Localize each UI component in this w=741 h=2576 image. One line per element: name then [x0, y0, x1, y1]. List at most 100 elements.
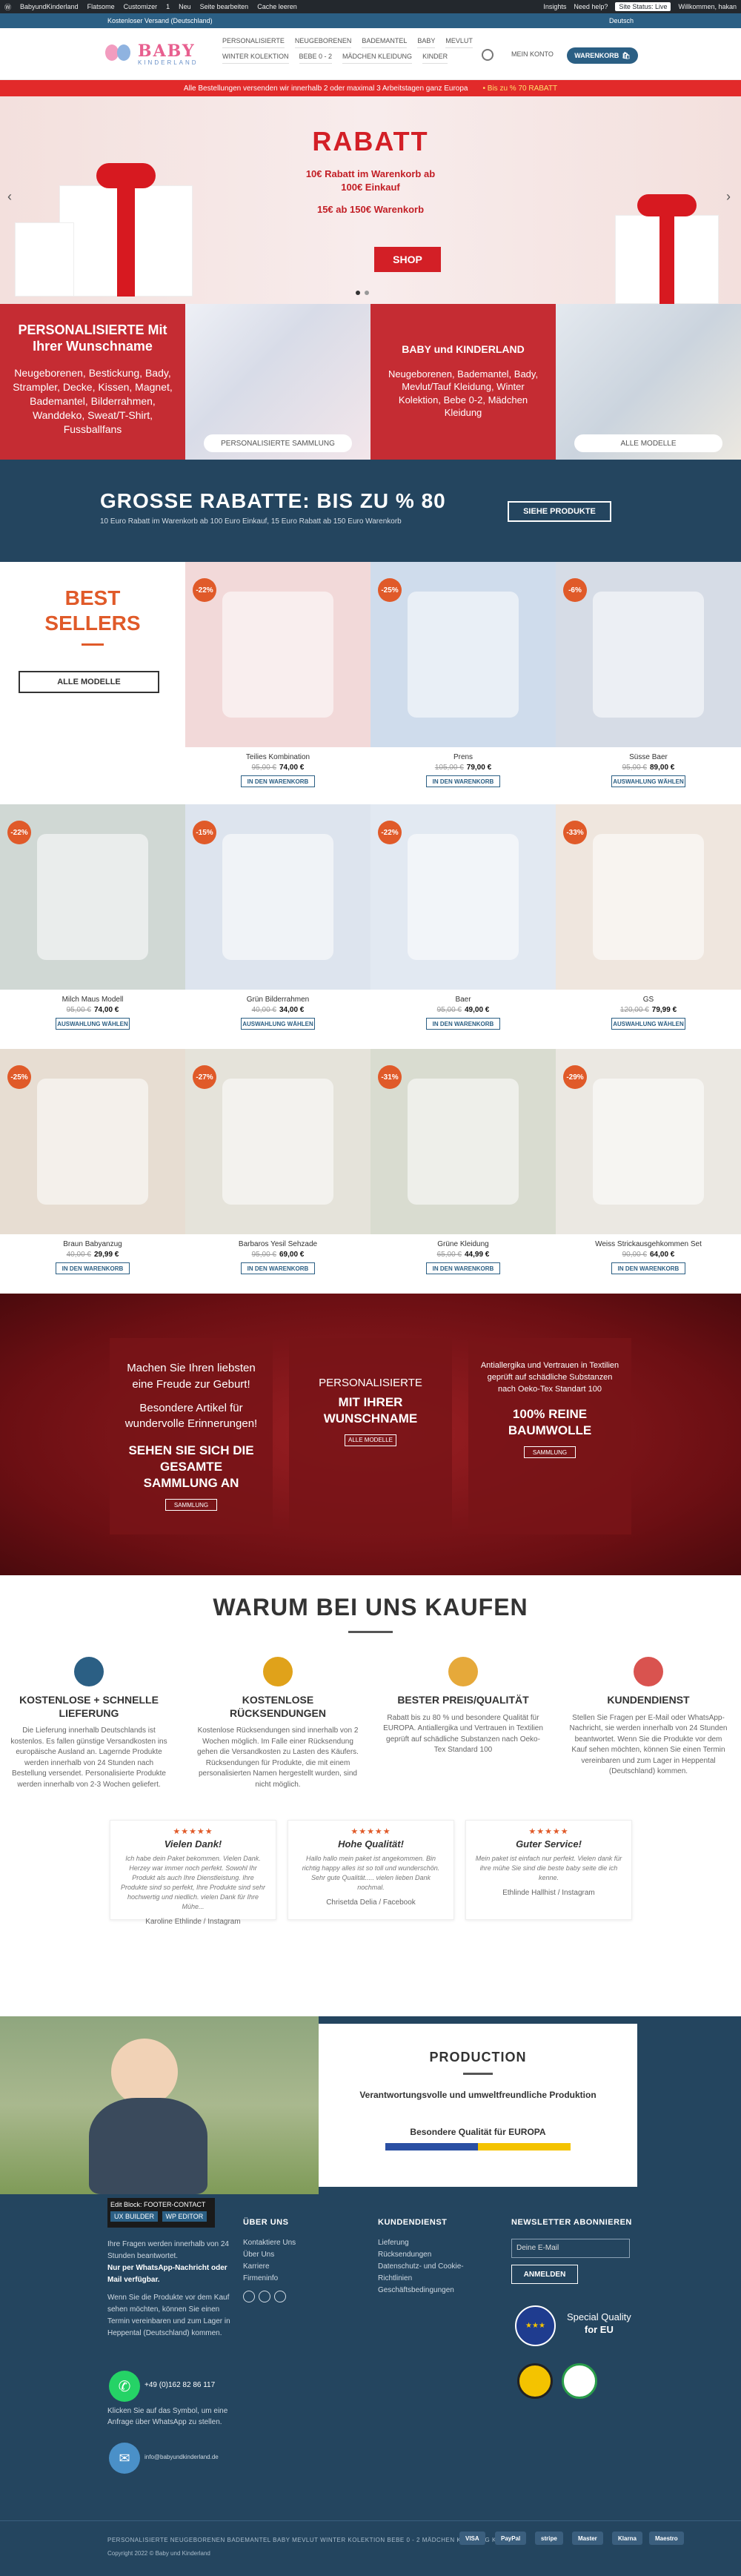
email-icon[interactable]: [274, 2290, 286, 2302]
add-to-cart-button[interactable]: IN DEN WARENKORB: [56, 1262, 130, 1274]
personalized-collection-button[interactable]: PERSONALISIERTE SAMMLUNG: [204, 434, 352, 452]
nav-item-maedchen[interactable]: MÄDCHEN KLEIDUNG: [342, 53, 413, 64]
footer-link-delivery[interactable]: Lieferung: [378, 2237, 489, 2249]
product-card[interactable]: -25% Prens 105,00 €79,00 € IN DEN WARENKORB: [370, 562, 556, 805]
slider-dot[interactable]: [356, 291, 360, 295]
footer-link-returns[interactable]: Rücksendungen: [378, 2249, 489, 2261]
newsletter-email-input[interactable]: Deine E-Mail: [511, 2239, 630, 2258]
add-to-cart-button[interactable]: IN DEN WARENKORB: [426, 775, 500, 787]
wp-logo-icon[interactable]: Ⓦ: [4, 2, 11, 12]
footer-link-terms[interactable]: Geschäftsbedingungen: [378, 2285, 489, 2297]
promo-card-personalized[interactable]: PERSONALISIERTE MIT IHRER WUNSCHNAME ALL…: [289, 1338, 452, 1534]
all-models-button[interactable]: ALLE MODELLE: [19, 671, 159, 693]
footer-link-company[interactable]: Firmeninfo: [243, 2273, 296, 2285]
nav-item-neugeborenen[interactable]: NEUGEBORENEN: [294, 37, 352, 48]
admin-site-link[interactable]: BabyundKinderland: [20, 3, 79, 10]
slider-prev-icon[interactable]: ‹: [7, 189, 12, 205]
footer-link-privacy[interactable]: Datenschutz- und Cookie-Richtlinien: [378, 2261, 489, 2285]
site-status-badge[interactable]: Site Status: Live: [615, 2, 671, 11]
product-name[interactable]: Grün Bilderrahmen: [185, 996, 370, 1004]
nav-item-personalisierte[interactable]: PERSONALISIERTE: [222, 37, 285, 48]
cart-button[interactable]: WARENKORB 🛍: [567, 47, 638, 64]
phone-number[interactable]: +49 (0)162 82 86 117: [144, 2381, 215, 2389]
admin-customizer-link[interactable]: Customizer: [124, 3, 158, 10]
admin-comments-count[interactable]: 1: [166, 3, 170, 10]
baby-collection-card[interactable]: BABY und KINDERLAND Neugeborenen, Badema…: [370, 304, 556, 460]
add-to-cart-button[interactable]: IN DEN WARENKORB: [611, 1262, 685, 1274]
add-to-cart-button[interactable]: IN DEN WARENKORB: [426, 1262, 500, 1274]
see-products-button[interactable]: SIEHE PRODUKTE: [508, 501, 611, 522]
instagram-icon[interactable]: [259, 2290, 270, 2302]
baby-collection-image[interactable]: ALLE MODELLE: [556, 304, 741, 460]
footer-link-contact[interactable]: Kontaktiere Uns: [243, 2237, 296, 2249]
language-switcher[interactable]: Deutsch: [609, 17, 634, 24]
product-name[interactable]: Braun Babyanzug: [0, 1240, 185, 1248]
product-name[interactable]: Prens: [370, 753, 556, 761]
nav-item-mevlut[interactable]: MEVLUT: [445, 37, 473, 48]
product-card[interactable]: -31% Grüne Kleidung 65,00 €44,99 € IN DEN W…: [370, 1049, 556, 1292]
product-card[interactable]: -22% Milch Maus Modell 95,00 €74,00 € AUSWA…: [0, 804, 185, 1047]
promo-card-collection[interactable]: Machen Sie Ihren liebsten eine Freude zu…: [110, 1338, 273, 1534]
admin-edit-page-link[interactable]: Seite bearbeiten: [200, 3, 249, 10]
personalized-collection-card[interactable]: PERSONALISIERTE Mit Ihrer Wunschname Neu…: [0, 304, 185, 460]
mail-icon[interactable]: ✉: [109, 2443, 140, 2474]
whatsapp-icon[interactable]: ✆: [109, 2371, 140, 2402]
product-name[interactable]: Teilies Kombination: [185, 753, 370, 761]
product-card[interactable]: -27% Barbaros Yesil Sehzade 95,00 €69,00 €…: [185, 1049, 370, 1292]
admin-greeting[interactable]: Willkommen, hakan: [678, 3, 737, 10]
slider-dot[interactable]: [365, 291, 369, 295]
promo-card-cotton[interactable]: Antiallergika und Vertrauen in Textilien…: [468, 1338, 631, 1534]
footer-menu[interactable]: PERSONALISIERTE NEUGEBORENEN BADEMANTEL …: [107, 2537, 516, 2543]
admin-help-link[interactable]: Need help?: [574, 3, 608, 10]
add-to-cart-button[interactable]: AUSWAHLUNG WÄHLEN: [611, 1018, 685, 1030]
wp-editor-button[interactable]: WP EDITOR: [162, 2211, 207, 2222]
shop-button[interactable]: SHOP: [374, 247, 441, 272]
add-to-cart-button[interactable]: IN DEN WARENKORB: [241, 775, 315, 787]
product-card[interactable]: -33% GS 120,00 €79,99 € AUSWAHLUNG WÄHLEN: [556, 804, 741, 1047]
facebook-icon[interactable]: [243, 2290, 255, 2302]
admin-theme-link[interactable]: Flatsome: [87, 3, 115, 10]
nav-item-baby[interactable]: BABY: [417, 37, 436, 48]
add-to-cart-button[interactable]: AUSWAHLUNG WÄHLEN: [611, 775, 685, 787]
product-name[interactable]: GS: [556, 996, 741, 1004]
site-logo[interactable]: BABY KINDERLAND: [104, 36, 215, 73]
search-icon[interactable]: [482, 49, 494, 61]
admin-new-link[interactable]: Neu: [179, 3, 191, 10]
collection-button[interactable]: SAMMLUNG: [165, 1499, 217, 1512]
nav-item-kinder[interactable]: KINDER: [422, 53, 448, 64]
product-name[interactable]: Weiss Strickausgehkommen Set: [556, 1240, 741, 1248]
account-link[interactable]: MEIN KONTO: [511, 50, 554, 58]
admin-cache-link[interactable]: Cache leeren: [257, 3, 297, 10]
add-to-cart-button[interactable]: IN DEN WARENKORB: [241, 1262, 315, 1274]
product-card[interactable]: -25% Braun Babyanzug 40,00 €29,99 € IN DEN …: [0, 1049, 185, 1292]
ux-builder-button[interactable]: UX BUILDER: [110, 2211, 159, 2222]
add-to-cart-button[interactable]: AUSWAHLUNG WÄHLEN: [241, 1018, 315, 1030]
nav-item-winter[interactable]: WINTER KOLEKTION: [222, 53, 289, 64]
product-name[interactable]: Süsse Baer: [556, 753, 741, 761]
add-to-cart-button[interactable]: AUSWAHLUNG WÄHLEN: [56, 1018, 130, 1030]
nav-item-bademantel[interactable]: BADEMANTEL: [362, 37, 408, 48]
feature-best-quality: BESTER PREIS/QUALITÄT Rabatt bis zu 80 %…: [382, 1657, 545, 1756]
nav-item-bebe[interactable]: BEBE 0 - 2: [299, 53, 333, 64]
footer-link-about[interactable]: Über Uns: [243, 2249, 296, 2261]
product-card[interactable]: -6% Süsse Baer 95,00 €89,00 € AUSWAHLUNG WÄ…: [556, 562, 741, 805]
product-card[interactable]: -29% Weiss Strickausgehkommen Set 90,00 €6…: [556, 1049, 741, 1292]
product-name[interactable]: Milch Maus Modell: [0, 996, 185, 1004]
footer-link-career[interactable]: Karriere: [243, 2261, 296, 2273]
all-models-button-2[interactable]: ALLE MODELLE: [345, 1434, 396, 1446]
baby-collection-button[interactable]: ALLE MODELLE: [574, 434, 722, 452]
collection-button-2[interactable]: SAMMLUNG: [524, 1446, 576, 1458]
personalized-collection-image[interactable]: PERSONALISIERTE SAMMLUNG: [185, 304, 370, 460]
product-card[interactable]: -15% Grün Bilderrahmen 40,00 €34,00 € AUSWA…: [185, 804, 370, 1047]
email-address[interactable]: info@babyundkinderland.de: [144, 2454, 219, 2460]
product-name[interactable]: Barbaros Yesil Sehzade: [185, 1240, 370, 1248]
admin-insights-link[interactable]: Insights: [543, 3, 566, 10]
product-card[interactable]: -22% Teilies Kombination 95,00 €74,00 € IN …: [185, 562, 370, 805]
subscribe-button[interactable]: ANMELDEN: [511, 2265, 578, 2284]
product-name[interactable]: Baer: [370, 996, 556, 1004]
review-card: ★★★★★ Vielen Dank! Ich habe dein Paket b…: [110, 1820, 276, 1926]
product-name[interactable]: Grüne Kleidung: [370, 1240, 556, 1248]
slider-next-icon[interactable]: ›: [726, 189, 731, 205]
add-to-cart-button[interactable]: IN DEN WARENKORB: [426, 1018, 500, 1030]
product-card[interactable]: -22% Baer 95,00 €49,00 € IN DEN WARENKORB: [370, 804, 556, 1047]
